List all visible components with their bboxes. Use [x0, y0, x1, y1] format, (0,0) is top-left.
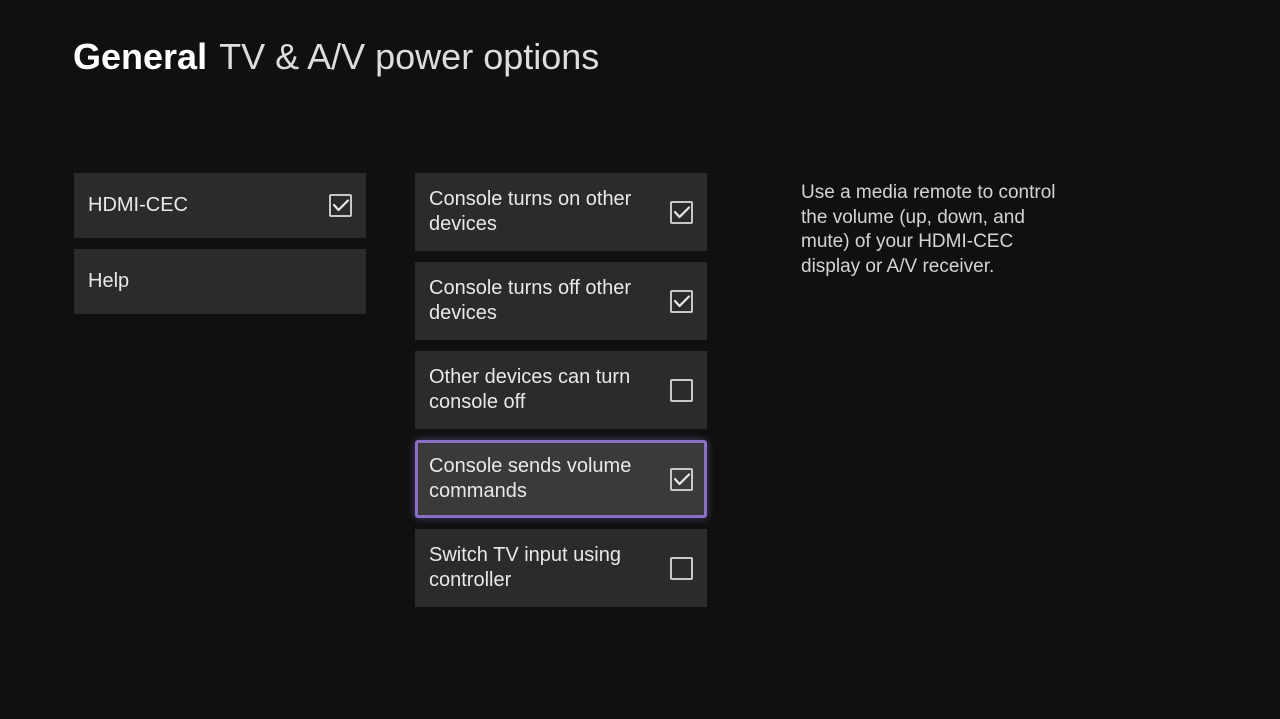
tile-label: HDMI-CEC: [88, 193, 188, 218]
content-area: HDMI-CEC Help Console turns on other devi…: [0, 78, 1280, 607]
tile-label: Switch TV input using controller: [429, 543, 639, 593]
option-tile-4[interactable]: Switch TV input using controller: [415, 529, 707, 607]
left-tile-1[interactable]: Help: [74, 249, 366, 314]
tile-label: Console turns on other devices: [429, 187, 639, 237]
checkmark-icon: [674, 206, 690, 219]
tile-label: Other devices can turn console off: [429, 365, 639, 415]
checkbox[interactable]: [670, 201, 693, 224]
checkmark-icon: [333, 199, 349, 212]
option-tile-2[interactable]: Other devices can turn console off: [415, 351, 707, 429]
description-text: Use a media remote to control the volume…: [801, 181, 1066, 280]
checkmark-icon: [674, 473, 690, 486]
option-tile-3[interactable]: Console sends volume commands: [415, 440, 707, 518]
checkbox[interactable]: [670, 290, 693, 313]
description-panel: Use a media remote to control the volume…: [756, 173, 1066, 607]
option-tile-1[interactable]: Console turns off other devices: [415, 262, 707, 340]
page-header: General TV & A/V power options: [0, 0, 1280, 78]
option-tile-0[interactable]: Console turns on other devices: [415, 173, 707, 251]
tile-label: Console turns off other devices: [429, 276, 639, 326]
checkmark-icon: [674, 295, 690, 308]
checkbox[interactable]: [670, 468, 693, 491]
header-category: General: [73, 36, 207, 78]
tile-label: Console sends volume commands: [429, 454, 639, 504]
middle-column: Console turns on other devices Console tu…: [415, 173, 707, 607]
left-column: HDMI-CEC Help: [74, 173, 366, 607]
header-title: TV & A/V power options: [219, 36, 599, 78]
checkbox[interactable]: [329, 194, 352, 217]
tile-label: Help: [88, 269, 129, 294]
checkbox[interactable]: [670, 557, 693, 580]
checkbox[interactable]: [670, 379, 693, 402]
left-tile-0[interactable]: HDMI-CEC: [74, 173, 366, 238]
